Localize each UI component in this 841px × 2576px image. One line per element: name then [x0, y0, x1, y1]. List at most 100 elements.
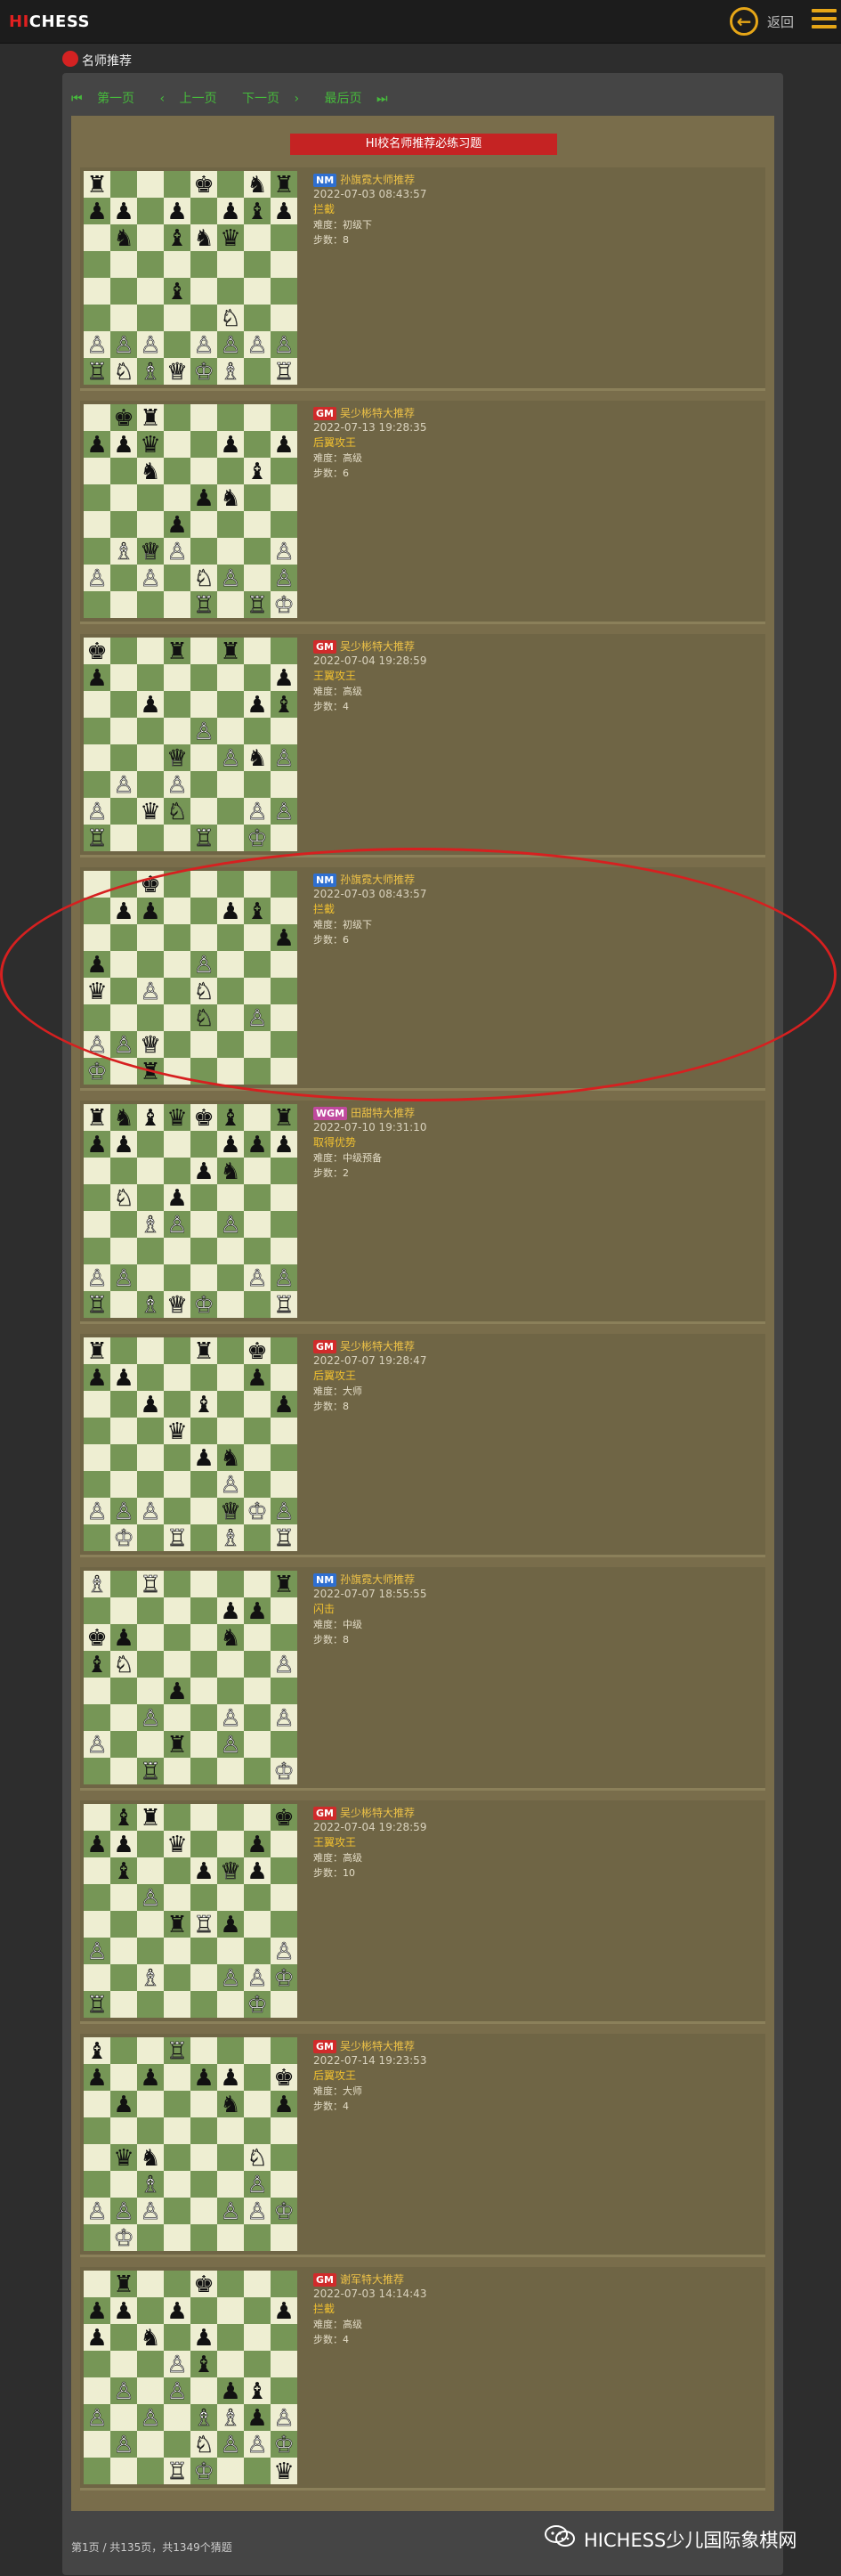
- white-rook-icon: ♖: [86, 359, 107, 385]
- black-knight-icon: ♞: [247, 172, 267, 199]
- back-button[interactable]: 返回: [767, 12, 794, 31]
- black-pawn-icon: ♟: [193, 485, 214, 512]
- puzzle-theme[interactable]: 拦截: [313, 902, 426, 917]
- puzzle-theme[interactable]: 闪击: [313, 1602, 426, 1617]
- master-icon: [62, 51, 78, 67]
- recommender-link[interactable]: 吴少彬特大推荐: [340, 407, 415, 419]
- black-pawn-icon: ♟: [140, 898, 160, 925]
- chess-board[interactable]: ♝ ♜ ♚ ♟ ♟ ♛ ♟ ♝ ♟ ♕ ♟ ♙ ♜ ♖ ♟ ♙ ♙ ♗ ♙ ♙ ♔ ♖ ♔: [84, 1804, 297, 2018]
- recommender-link[interactable]: 吴少彬特大推荐: [340, 640, 415, 653]
- puzzle-theme[interactable]: 后翼攻王: [313, 2068, 426, 2084]
- puzzle-timestamp: 2022-07-04 19:28:59: [313, 1821, 427, 1833]
- puzzle-card[interactable]: ♚ ♜ ♟ ♟ ♛ ♟ ♟ ♞ ♝ ♟ ♞ ♟ ♗ ♕ ♙ ♙ ♙ ♙ ♘ ♙ ♙ ♖ ♖ ♔ GM 吴少彬特大推荐 2022-07…: [80, 401, 765, 624]
- chess-board[interactable]: ♚ ♟ ♟ ♟ ♝ ♟ ♟ ♙ ♛ ♙ ♘ ♘ ♙ ♙ ♙ ♕ ♔ ♜: [84, 871, 297, 1085]
- logo-chess: CHESS: [28, 12, 90, 31]
- recommender-row: GM 吴少彬特大推荐: [313, 404, 426, 420]
- black-rook-icon: ♜: [220, 638, 240, 665]
- white-pawn-icon: ♙: [220, 1212, 240, 1239]
- chess-board[interactable]: ♜ ♚ ♟ ♟ ♟ ♟ ♟ ♞ ♟ ♙ ♝ ♙ ♙ ♟ ♝ ♙ ♙ ♗ ♗ ♟ ♙ ♙ ♘ ♙ ♙ ♔ ♖ ♔ ♛: [84, 2271, 297, 2484]
- black-pawn-icon: ♟: [113, 1365, 133, 1392]
- black-king-icon: ♚: [140, 872, 160, 898]
- white-knight-icon: ♘: [113, 1652, 133, 1678]
- puzzle-difficulty: 难度：大师: [313, 1386, 362, 1397]
- next-page-link[interactable]: 下一页 ›: [242, 92, 310, 106]
- title-badge: NM: [313, 174, 337, 187]
- puzzle-theme[interactable]: 拦截: [313, 202, 426, 217]
- black-pawn-icon: ♟: [193, 1158, 214, 1185]
- black-queen-icon: ♛: [140, 432, 160, 459]
- white-pawn-icon: ♙: [273, 332, 294, 359]
- chess-board[interactable]: ♚ ♜ ♜ ♟ ♟ ♟ ♟ ♝ ♙ ♕ ♙ ♞ ♙ ♙ ♙ ♙ ♛ ♘ ♙ ♙ ♖ ♖ ♔: [84, 638, 297, 851]
- puzzle-steps: 步数：4: [313, 2101, 349, 2112]
- recommender-link[interactable]: 吴少彬特大推荐: [340, 2040, 415, 2052]
- puzzle-card[interactable]: ♝ ♖ ♟ ♟ ♟ ♟ ♚ ♟ ♞ ♟ ♛ ♞ ♘ ♗ ♙ ♙ ♙ ♙ ♙ ♙ ♔ ♔ GM 吴少彬特大推荐 2022-07-1…: [80, 2034, 765, 2257]
- black-knight-icon: ♞: [220, 1158, 240, 1185]
- recommender-link[interactable]: 孙旗霓大师推荐: [340, 1573, 415, 1586]
- puzzle-info: GM 吴少彬特大推荐 2022-07-13 19:28:35 后翼攻王 难度：高级 步数：…: [313, 404, 426, 481]
- black-rook-icon: ♜: [113, 2271, 133, 2298]
- white-pawn-icon: ♙: [140, 2198, 160, 2225]
- puzzle-card[interactable]: ♜ ♚ ♞ ♜ ♟ ♟ ♟ ♟ ♝ ♟ ♞ ♝ ♞ ♛ ♝ ♘ ♙ ♙ ♙ ♙ ♙ ♙ ♙ ♖ ♘ ♗ ♕ ♔ ♗ ♖ NM 孙旗霓大师推荐 2…: [80, 167, 765, 391]
- recommender-link[interactable]: 田甜特大推荐: [351, 1107, 415, 1119]
- recommender-link[interactable]: 吴少彬特大推荐: [340, 1340, 415, 1353]
- puzzle-info: GM 吴少彬特大推荐 2022-07-07 19:28:47 后翼攻王 难度：大师 步数：…: [313, 1337, 426, 1414]
- title-badge: GM: [313, 407, 336, 420]
- puzzle-theme[interactable]: 取得优势: [313, 1135, 426, 1150]
- recommender-link[interactable]: 谢军特大推荐: [340, 2273, 404, 2286]
- puzzle-card[interactable]: ♜ ♜ ♚ ♟ ♟ ♟ ♟ ♝ ♟ ♛ ♟ ♞ ♙ ♙ ♙ ♙ ♕ ♔ ♙ ♔ ♖ ♗ ♖ GM 吴少彬特大推荐 2022-07-…: [80, 1334, 765, 1557]
- black-knight-icon: ♞: [140, 459, 160, 485]
- white-pawn-icon: ♙: [113, 2198, 133, 2225]
- white-rook-icon: ♖: [193, 1912, 214, 1938]
- white-pawn-icon: ♙: [220, 1705, 240, 1732]
- chess-board[interactable]: ♗ ♖ ♜ ♟ ♟ ♚ ♟ ♞ ♝ ♘ ♙ ♟ ♙ ♙ ♙ ♙ ♜ ♙ ♖ ♔: [84, 1571, 297, 1784]
- white-rook-icon: ♖: [140, 1759, 160, 1784]
- white-pawn-icon: ♙: [86, 565, 107, 592]
- puzzle-card[interactable]: ♚ ♜ ♜ ♟ ♟ ♟ ♟ ♝ ♙ ♕ ♙ ♞ ♙ ♙ ♙ ♙ ♛ ♘ ♙ ♙ ♖ ♖ ♔ GM 吴少彬特大推荐 2022-07-…: [80, 634, 765, 857]
- puzzle-difficulty: 难度：初级下: [313, 219, 372, 231]
- recommender-link[interactable]: 孙旗霓大师推荐: [340, 174, 415, 186]
- white-pawn-icon: ♙: [86, 1032, 107, 1059]
- chess-board[interactable]: ♚ ♜ ♟ ♟ ♛ ♟ ♟ ♞ ♝ ♟ ♞ ♟ ♗ ♕ ♙ ♙ ♙ ♙ ♘ ♙ ♙ ♖ ♖ ♔: [84, 404, 297, 618]
- white-queen-icon: ♕: [166, 1292, 187, 1318]
- white-pawn-icon: ♙: [247, 1965, 267, 1992]
- puzzle-theme[interactable]: 拦截: [313, 2302, 426, 2317]
- hamburger-menu-icon[interactable]: [812, 9, 837, 32]
- recommender-link[interactable]: 孙旗霓大师推荐: [340, 874, 415, 886]
- chess-board[interactable]: ♝ ♖ ♟ ♟ ♟ ♟ ♚ ♟ ♞ ♟ ♛ ♞ ♘ ♗ ♙ ♙ ♙ ♙ ♙ ♙ ♔ ♔: [84, 2037, 297, 2251]
- puzzle-theme[interactable]: 后翼攻王: [313, 435, 426, 451]
- main-panel: ⏮ 第一页 ‹ 上一页 下一页 › 最后页 ⏭ HI校名师推荐必练习题 ♜ ♚ ♞ ♜…: [62, 73, 783, 2575]
- white-rook-icon: ♖: [273, 359, 294, 385]
- puzzle-steps: 步数：4: [313, 701, 349, 712]
- puzzle-card[interactable]: ♜ ♞ ♝ ♛ ♚ ♝ ♜ ♟ ♟ ♟ ♟ ♟ ♟ ♞ ♘ ♟ ♗ ♙ ♙ ♙ ♙ ♙ ♙ ♖ ♗ ♕ ♔ ♖ WGM 田甜特大推荐 202…: [80, 1101, 765, 1324]
- white-pawn-icon: ♙: [273, 1652, 294, 1678]
- watermark-text: HICHESS少儿国际象棋网: [584, 2530, 797, 2551]
- black-bishop-icon: ♝: [220, 1105, 240, 1132]
- black-bishop-icon: ♝: [247, 898, 267, 925]
- black-king-icon: ♚: [113, 405, 133, 432]
- app-logo[interactable]: HICHESS: [9, 12, 90, 31]
- white-knight-icon: ♘: [193, 979, 214, 1005]
- puzzle-theme[interactable]: 王翼攻王: [313, 1835, 426, 1850]
- recommender-link[interactable]: 吴少彬特大推荐: [340, 1807, 415, 1819]
- puzzle-card[interactable]: ♝ ♜ ♚ ♟ ♟ ♛ ♟ ♝ ♟ ♕ ♟ ♙ ♜ ♖ ♟ ♙ ♙ ♗ ♙ ♙ ♔ ♖ ♔ GM 吴少彬特大推荐 2022-07-…: [80, 1800, 765, 2024]
- puzzle-card[interactable]: ♜ ♚ ♟ ♟ ♟ ♟ ♟ ♞ ♟ ♙ ♝ ♙ ♙ ♟ ♝ ♙ ♙ ♗ ♗ ♟ ♙ ♙ ♘ ♙ ♙ ♔ ♖ ♔ ♛ GM 谢军特大推荐 202…: [80, 2267, 765, 2491]
- chess-board[interactable]: ♜ ♚ ♞ ♜ ♟ ♟ ♟ ♟ ♝ ♟ ♞ ♝ ♞ ♛ ♝ ♘ ♙ ♙ ♙ ♙ ♙ ♙ ♙ ♖ ♘ ♗ ♕ ♔ ♗ ♖: [84, 171, 297, 385]
- white-pawn-icon: ♙: [86, 799, 107, 825]
- chess-board[interactable]: ♜ ♜ ♚ ♟ ♟ ♟ ♟ ♝ ♟ ♛ ♟ ♞ ♙ ♙ ♙ ♙ ♕ ♔ ♙ ♔ ♖ ♗ ♖: [84, 1337, 297, 1551]
- back-arrow-icon[interactable]: ←: [730, 7, 758, 36]
- black-pawn-icon: ♟: [166, 199, 187, 225]
- white-pawn-icon: ♙: [113, 332, 133, 359]
- prev-page-link[interactable]: ‹ 上一页: [160, 92, 228, 106]
- chess-board[interactable]: ♜ ♞ ♝ ♛ ♚ ♝ ♜ ♟ ♟ ♟ ♟ ♟ ♟ ♞ ♘ ♟ ♗ ♙ ♙ ♙ ♙ ♙ ♙ ♖ ♗ ♕ ♔ ♖: [84, 1104, 297, 1318]
- puzzle-theme[interactable]: 王翼攻王: [313, 669, 426, 684]
- black-pawn-icon: ♟: [86, 2298, 107, 2325]
- first-page-link[interactable]: ⏮ 第一页: [71, 92, 145, 106]
- next-page-label: 下一页: [242, 92, 280, 106]
- white-pawn-icon: ♙: [113, 2378, 133, 2405]
- puzzle-card[interactable]: ♚ ♟ ♟ ♟ ♝ ♟ ♟ ♙ ♛ ♙ ♘ ♘ ♙ ♙ ♙ ♕ ♔ ♜ NM 孙旗霓大师推荐 2022-07-03 08…: [80, 867, 765, 1091]
- puzzle-steps: 步数：10: [313, 1867, 355, 1879]
- puzzle-card[interactable]: ♗ ♖ ♜ ♟ ♟ ♚ ♟ ♞ ♝ ♘ ♙ ♟ ♙ ♙ ♙ ♙ ♜ ♙ ♖ ♔ NM 孙旗霓大师推荐 2022-07-07 …: [80, 1567, 765, 1791]
- puzzle-theme[interactable]: 后翼攻王: [313, 1369, 426, 1384]
- black-rook-icon: ♜: [273, 1105, 294, 1132]
- last-page-link[interactable]: 最后页 ⏭: [325, 92, 399, 106]
